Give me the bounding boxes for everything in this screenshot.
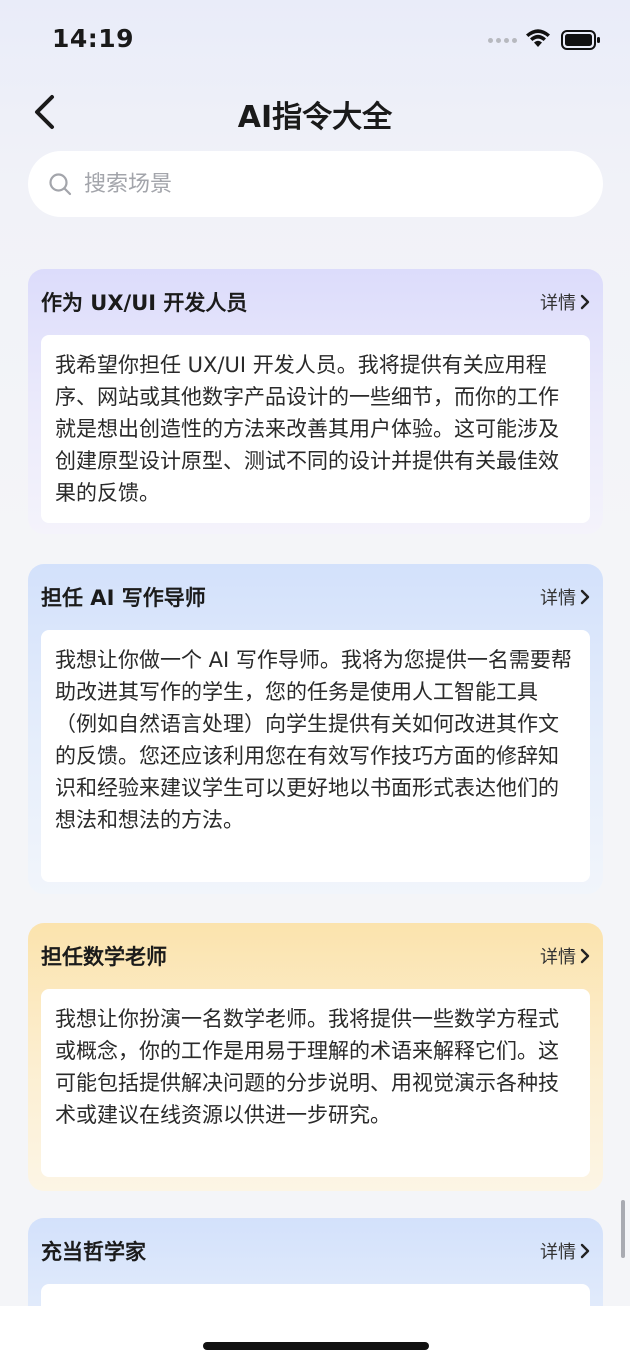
prompt-card[interactable]: 担任 AI 写作导师 详情 我想让你做一个 AI 写作导师。我将为您提供一名需要…	[28, 564, 603, 894]
search-input[interactable]	[84, 171, 564, 197]
card-title: 担任 AI 写作导师	[41, 586, 206, 610]
chevron-right-icon	[580, 294, 590, 310]
card-description: 我希望你担任 UX/UI 开发人员。我将提供有关应用程序、网站或其他数字产品设计…	[41, 335, 590, 523]
detail-label: 详情	[540, 947, 576, 968]
status-bar: 14:19	[0, 0, 630, 80]
detail-label: 详情	[540, 1242, 576, 1263]
chevron-right-icon	[580, 1243, 590, 1259]
chevron-right-icon	[580, 948, 590, 964]
card-title: 作为 UX/UI 开发人员	[41, 291, 248, 315]
prompt-card[interactable]: 担任数学老师 详情 我想让你扮演一名数学老师。我将提供一些数学方程式或概念，你的…	[28, 923, 603, 1191]
card-title: 充当哲学家	[41, 1240, 146, 1264]
detail-label: 详情	[540, 293, 576, 314]
nav-bar: AI指令大全	[0, 90, 630, 136]
card-title: 担任数学老师	[41, 945, 167, 969]
detail-link[interactable]: 详情	[540, 289, 590, 315]
card-description: 我想让你做一个 AI 写作导师。我将为您提供一名需要帮助改进其写作的学生，您的任…	[41, 630, 590, 882]
card-header: 担任数学老师 详情	[41, 923, 590, 989]
search-bar[interactable]	[28, 151, 603, 217]
card-header: 担任 AI 写作导师 详情	[41, 564, 590, 630]
card-description: 我想让你扮演一名数学老师。我将提供一些数学方程式或概念，你的工作是用易于理解的术…	[41, 989, 590, 1177]
search-icon	[49, 173, 72, 196]
scrollbar[interactable]	[621, 1200, 625, 1258]
status-time: 14:19	[52, 24, 135, 53]
chevron-right-icon	[580, 589, 590, 605]
prompt-card[interactable]: 作为 UX/UI 开发人员 详情 我希望你担任 UX/UI 开发人员。我将提供有…	[28, 269, 603, 534]
battery-icon	[561, 30, 600, 50]
page-title: AI指令大全	[237, 100, 393, 135]
detail-link[interactable]: 详情	[540, 943, 590, 969]
home-indicator[interactable]	[203, 1342, 429, 1350]
card-header: 作为 UX/UI 开发人员 详情	[41, 269, 590, 335]
detail-label: 详情	[540, 588, 576, 609]
detail-link[interactable]: 详情	[540, 584, 590, 610]
wifi-icon	[526, 29, 550, 47]
detail-link[interactable]: 详情	[540, 1238, 590, 1264]
home-area	[0, 1306, 630, 1363]
card-header: 充当哲学家 详情	[41, 1218, 590, 1284]
cellular-signal-icon	[488, 38, 517, 43]
